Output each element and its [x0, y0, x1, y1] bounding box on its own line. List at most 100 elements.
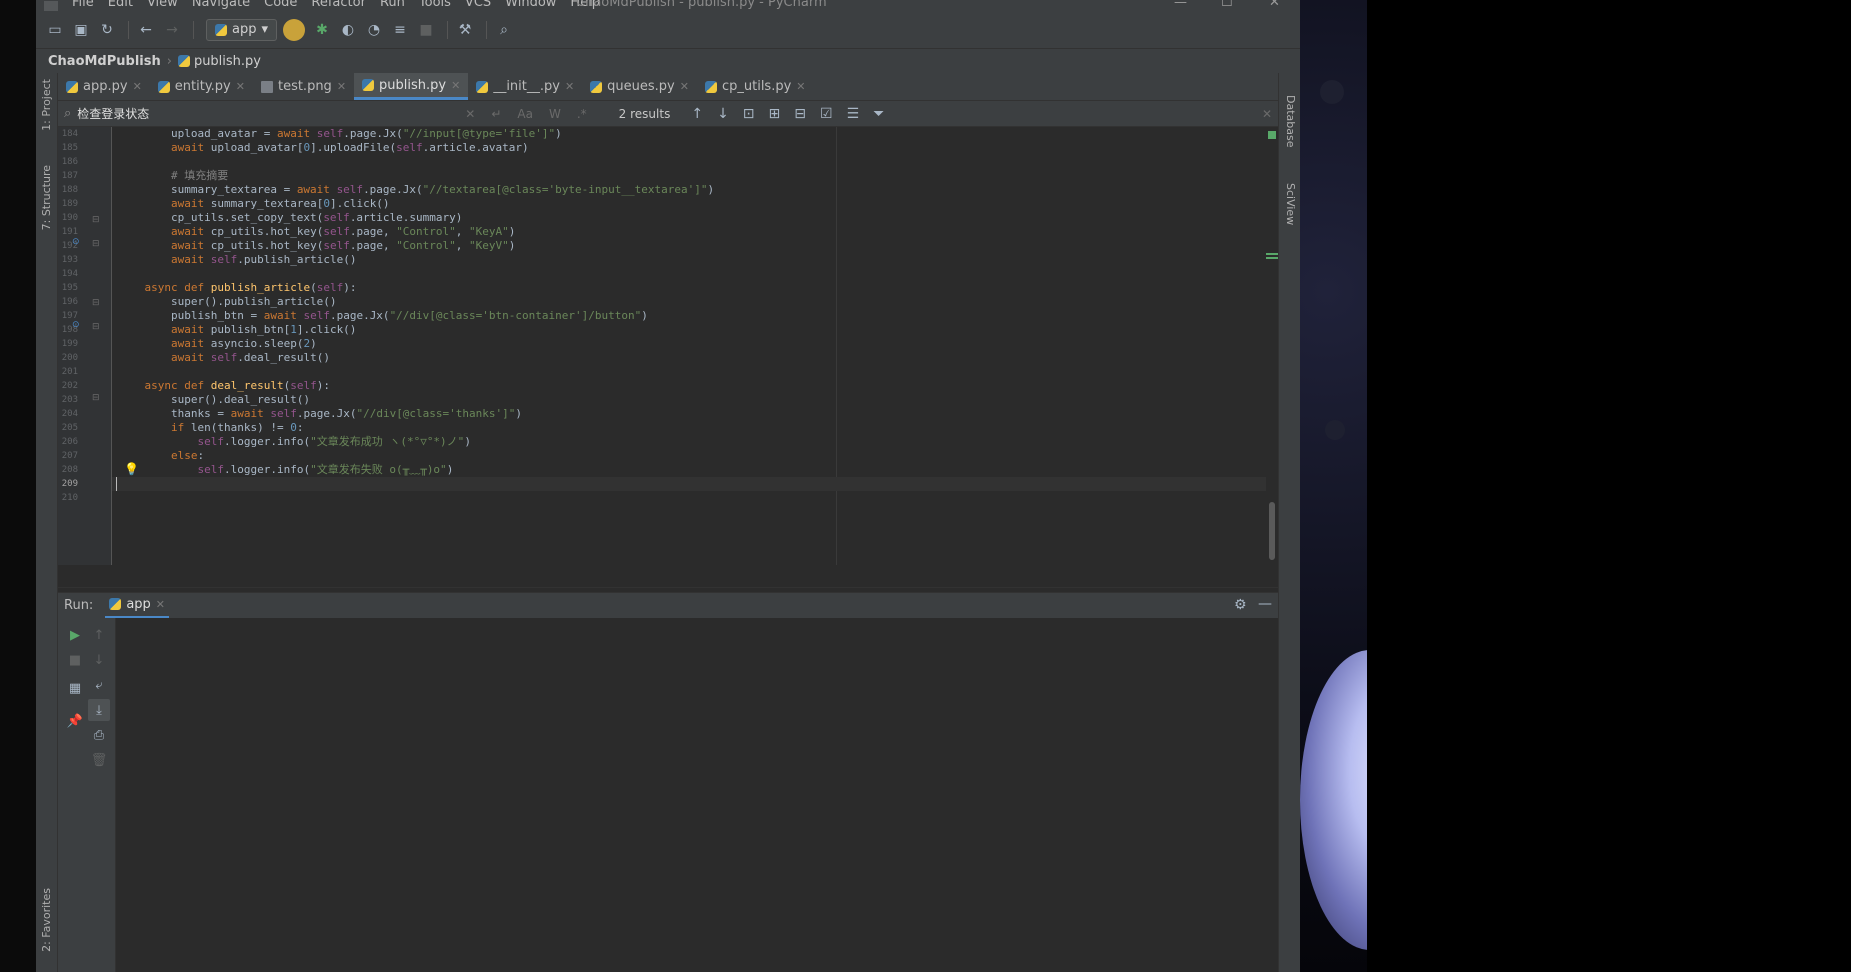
code-line[interactable]: async def publish_article(self): [112, 281, 1266, 295]
concurrency-icon[interactable]: ≡ [389, 19, 411, 41]
code-line[interactable]: cp_utils.set_copy_text(self.article.summ… [112, 211, 1266, 225]
code-line[interactable]: await upload_avatar[0].uploadFile(self.a… [112, 141, 1266, 155]
gear-icon[interactable]: ⚙ [1234, 597, 1247, 613]
structure-tool-button[interactable]: 7: Structure [40, 165, 53, 230]
tab-entity-py[interactable]: entity.py ✕ [150, 73, 253, 100]
code-line[interactable] [112, 365, 1266, 379]
code-line[interactable]: await cp_utils.hot_key(self.page, "Contr… [112, 239, 1266, 253]
close-icon[interactable]: ✕ [680, 80, 689, 93]
rerun-icon[interactable]: ▶ [64, 624, 86, 646]
menu-run[interactable]: Run [380, 0, 405, 9]
tab-init-py[interactable]: __init__.py ✕ [468, 73, 582, 100]
menu-vcs[interactable]: VCS [465, 0, 491, 9]
tab-test-png[interactable]: test.png ✕ [253, 73, 354, 100]
close-icon[interactable]: ✕ [796, 80, 805, 93]
tab-queues-py[interactable]: queues.py ✕ [582, 73, 697, 100]
database-tool-button[interactable]: Database [1284, 95, 1297, 148]
code-line[interactable]: super().publish_article() [112, 295, 1266, 309]
close-icon[interactable]: ✕ [451, 79, 460, 92]
debug-icon[interactable]: ✱ [311, 19, 333, 41]
menu-window[interactable]: Window [505, 0, 556, 9]
code-line[interactable] [112, 155, 1266, 169]
sync-icon[interactable]: ↻ [96, 19, 118, 41]
menu-code[interactable]: Code [264, 0, 297, 9]
editor-scrollbar[interactable] [1269, 502, 1275, 560]
code-line[interactable]: super().deal_result() [112, 393, 1266, 407]
menu-edit[interactable]: Edit [108, 0, 133, 9]
stop-icon[interactable]: ■ [64, 649, 86, 671]
find-input[interactable]: 检查登录状态 [77, 105, 457, 122]
save-icon[interactable]: ▣ [70, 19, 92, 41]
pin-icon[interactable]: 📌 [64, 710, 86, 732]
search-icon[interactable]: ⌕ [493, 19, 515, 41]
whole-words-toggle[interactable]: W [549, 107, 561, 121]
fold-marker-icon[interactable]: ⊟ [92, 215, 100, 225]
code-line[interactable] [112, 477, 1266, 491]
inspection-ok-icon[interactable] [1268, 131, 1276, 139]
run-button[interactable] [283, 18, 306, 41]
change-marker[interactable] [1266, 257, 1278, 259]
code-line[interactable]: async def deal_result(self): [112, 379, 1266, 393]
menu-navigate[interactable]: Navigate [192, 0, 250, 9]
menu-refactor[interactable]: Refactor [311, 0, 366, 9]
minimize-panel-icon[interactable]: — [1258, 596, 1272, 612]
code-line[interactable]: await publish_btn[1].click() [112, 323, 1266, 337]
tab-publish-py[interactable]: publish.py ✕ [354, 73, 469, 100]
remove-selection-icon[interactable]: ⊟ [794, 106, 806, 122]
scroll-to-end-icon[interactable]: ⤓ [88, 699, 110, 721]
arrow-down-icon[interactable]: ↓ [88, 649, 110, 671]
select-all-icon[interactable]: ☑ [820, 106, 833, 122]
editor-horizontal-scroll[interactable] [58, 565, 1278, 588]
code-line[interactable]: # 填充摘要 [112, 169, 1266, 183]
stop-icon[interactable]: ■ [415, 19, 437, 41]
code-line[interactable]: if len(thanks) != 0: [112, 421, 1266, 435]
maximize-button[interactable]: ☐ [1221, 0, 1233, 9]
project-tool-button[interactable]: 1: Project [40, 79, 53, 131]
override-method-icon[interactable]: ⊙ [72, 237, 80, 247]
close-icon[interactable]: ✕ [133, 80, 142, 93]
arrow-down-icon[interactable]: ↓ [717, 106, 729, 122]
code-line[interactable] [112, 491, 1266, 505]
open-folder-icon[interactable]: ▭ [44, 19, 66, 41]
settings-wrench-icon[interactable]: ⚒ [454, 19, 476, 41]
code-line[interactable]: await asyncio.sleep(2) [112, 337, 1266, 351]
tab-cp-utils-py[interactable]: cp_utils.py ✕ [697, 73, 814, 100]
select-all-occurrences-icon[interactable]: ⊡ [743, 106, 755, 122]
soft-wrap-icon[interactable]: ⤶ [88, 674, 110, 696]
minimize-button[interactable]: — [1174, 0, 1187, 9]
breadcrumb-file[interactable]: publish.py [177, 54, 261, 69]
code-line[interactable]: self.logger.info("文章发布成功 ヽ(*°▽°*)ノ") [112, 435, 1266, 449]
profile-icon[interactable]: ◔ [363, 19, 385, 41]
fold-marker-icon[interactable]: ⊟ [92, 298, 100, 308]
match-case-toggle[interactable]: Aa [517, 107, 533, 121]
menu-tools[interactable]: Tools [419, 0, 451, 9]
forward-arrow-icon[interactable]: → [161, 19, 183, 41]
menu-file[interactable]: File [72, 0, 94, 9]
fold-marker-icon[interactable]: ⊟ [92, 322, 100, 332]
arrow-up-icon[interactable]: ↑ [691, 106, 703, 122]
run-console-output[interactable] [116, 618, 1278, 972]
breadcrumb-project[interactable]: ChaoMdPublish [48, 54, 161, 69]
run-configuration-selector[interactable]: app ▾ [206, 18, 278, 41]
filter-icon[interactable]: ⏷ [873, 106, 884, 122]
coverage-icon[interactable]: ◐ [337, 19, 359, 41]
tab-app-py[interactable]: app.py ✕ [58, 73, 150, 100]
code-line[interactable] [112, 267, 1266, 281]
fold-marker-icon[interactable]: ⊟ [92, 393, 100, 403]
code-line[interactable]: await summary_textarea[0].click() [112, 197, 1266, 211]
override-method-icon[interactable]: ⊙ [72, 320, 80, 330]
code-line[interactable]: publish_btn = await self.page.Jx("//div[… [112, 309, 1266, 323]
menu-view[interactable]: View [147, 0, 178, 9]
close-icon[interactable]: ✕ [156, 598, 165, 611]
code-line[interactable]: await cp_utils.hot_key(self.page, "Contr… [112, 225, 1266, 239]
arrow-up-icon[interactable]: ↑ [88, 624, 110, 646]
sciview-tool-button[interactable]: SciView [1284, 183, 1297, 225]
close-icon[interactable]: ✕ [565, 80, 574, 93]
code-line[interactable]: summary_textarea = await self.page.Jx("/… [112, 183, 1266, 197]
favorites-tool-button[interactable]: 2: Favorites [40, 888, 53, 952]
multiline-icon[interactable]: ☰ [847, 106, 860, 122]
code-line[interactable]: await self.deal_result() [112, 351, 1266, 365]
code-line[interactable]: self.logger.info("文章发布失败 o(╥﹏╥)o") [112, 463, 1266, 477]
back-arrow-icon[interactable]: ← [135, 19, 157, 41]
run-tab-app[interactable]: app ✕ [105, 593, 170, 619]
